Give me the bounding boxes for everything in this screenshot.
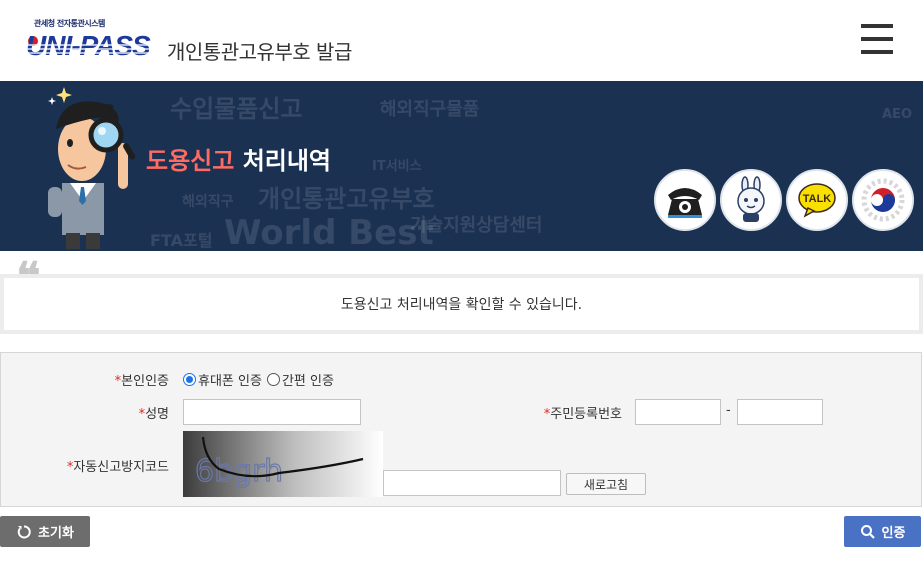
logo-text: UNI-PASS: [26, 30, 151, 61]
captcha-image: 6bgrh: [183, 431, 383, 497]
radio-simple-auth-label[interactable]: 간편 인증: [282, 370, 334, 389]
unipass-logo[interactable]: 관세청 전자통관시스템 UNI-PASS: [26, 18, 162, 68]
radio-phone-auth-label[interactable]: 휴대폰 인증: [198, 370, 262, 389]
mascot-illustration: [48, 87, 136, 249]
auth-method-label: *본인인증: [114, 374, 169, 389]
chatbot-icon[interactable]: [720, 169, 782, 231]
banner-title-rest: 처리내역: [242, 147, 332, 175]
captcha-text: 6bgrh: [195, 454, 283, 489]
captcha-input[interactable]: [383, 470, 561, 496]
name-label: *성명: [138, 407, 169, 422]
rrn-label: *주민등록번호: [543, 407, 622, 422]
page-title: 개인통관고유부호 발급: [167, 40, 352, 64]
talk-label: TALK: [803, 193, 832, 205]
rrn-front-input[interactable]: [635, 399, 721, 425]
bg-word: 기술지원상담센터: [410, 215, 543, 236]
phone-icon[interactable]: [654, 169, 716, 231]
bg-word: World Best: [224, 213, 434, 251]
rrn-back-input[interactable]: [737, 399, 823, 425]
bg-word: IT서비스: [372, 159, 422, 174]
bg-word: 해외직구물품: [380, 99, 480, 120]
radio-phone-auth[interactable]: [183, 373, 196, 386]
banner-title-highlight: 도용신고: [146, 147, 235, 175]
reset-button-label: 초기화: [38, 526, 74, 541]
bg-word: AEO: [882, 107, 912, 122]
radio-simple-auth[interactable]: [266, 373, 280, 386]
name-input[interactable]: [183, 399, 361, 425]
bg-word: 해외직구: [182, 194, 234, 210]
auth-method-group: 휴대폰 인증 간편 인증: [183, 370, 334, 389]
bg-word: 수입물품신고: [170, 95, 303, 123]
banner-title: 도용신고 처리내역: [146, 141, 331, 176]
site-header: 관세청 전자통관시스템 UNI-PASS 개인통관고유부호 발급: [0, 0, 923, 81]
captcha-refresh-button[interactable]: 새로고침: [566, 473, 646, 495]
bg-word: FTA포털: [150, 231, 213, 250]
auth-button-label: 인증: [881, 526, 906, 541]
reset-icon: [16, 524, 32, 540]
korea-gov-icon[interactable]: [852, 169, 914, 231]
menu-icon[interactable]: [861, 24, 893, 54]
info-message: 도용신고 처리내역을 확인할 수 있습니다.: [4, 278, 919, 330]
logo-subtitle: 관세청 전자통관시스템: [34, 19, 105, 28]
auth-form: *본인인증 휴대폰 인증 간편 인증 *성명 *주민등록번호 - *자동신고방지…: [0, 352, 922, 507]
kakaotalk-icon[interactable]: TALK: [786, 169, 848, 231]
bg-word: 개인통관고유부호: [258, 185, 435, 213]
info-box: 도용신고 처리내역을 확인할 수 있습니다.: [0, 274, 923, 334]
auth-button[interactable]: 인증: [844, 516, 921, 547]
rrn-separator: -: [726, 403, 731, 418]
quick-icons: TALK: [654, 169, 916, 231]
captcha-label: *자동신고방지코드: [66, 460, 169, 475]
search-icon: [860, 524, 876, 540]
banner: 수입물품신고 해외직구물품 개인통관고유부호 World Best 기술지원상담…: [0, 81, 923, 251]
reset-button[interactable]: 초기화: [0, 516, 90, 547]
